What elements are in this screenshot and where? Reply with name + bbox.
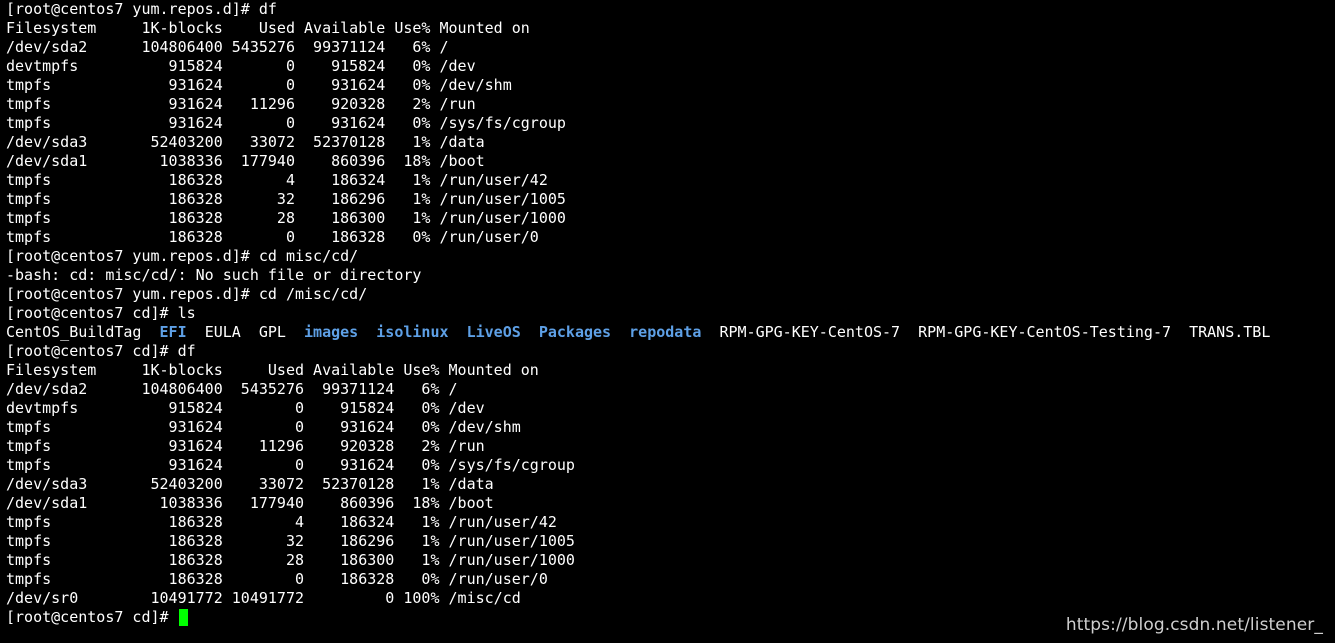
terminal-line: [root@centos7 yum.repos.d]# df <box>6 0 277 18</box>
ls-separator <box>241 323 259 341</box>
terminal-line: [root@centos7 yum.repos.d]# cd /misc/cd/ <box>6 285 368 303</box>
terminal-lines-after-ls: [root@centos7 cd]# df Filesystem 1K-block… <box>6 342 1335 608</box>
ls-separator <box>358 323 376 341</box>
terminal-output[interactable]: [root@centos7 yum.repos.d]# df Filesystem… <box>6 0 1335 643</box>
ls-output-line: CentOS_BuildTag EFI EULA GPL images isol… <box>6 323 1335 342</box>
ls-entry-file: EULA <box>204 323 241 341</box>
ls-entry-file: CentOS_BuildTag <box>6 323 142 341</box>
terminal-line: devtmpfs 915824 0 915824 0% /dev <box>6 57 476 75</box>
terminal-line: tmpfs 186328 28 186300 1% /run/user/1000 <box>6 551 575 569</box>
terminal-line: tmpfs 186328 4 186324 1% /run/user/42 <box>6 513 557 531</box>
ls-separator <box>900 323 918 341</box>
terminal-line: tmpfs 931624 11296 920328 2% /run <box>6 95 476 113</box>
terminal-line: tmpfs 186328 28 186300 1% /run/user/1000 <box>6 209 566 227</box>
watermark-url: https://blog.csdn.net/listener_ <box>1065 615 1323 635</box>
terminal-line: /dev/sda1 1038336 177940 860396 18% /boo… <box>6 494 494 512</box>
ls-separator <box>286 323 304 341</box>
ls-entry-file: RPM-GPG-KEY-CentOS-Testing-7 <box>918 323 1172 341</box>
terminal-line: tmpfs 186328 0 186328 0% /run/user/0 <box>6 570 548 588</box>
terminal-line: /dev/sr0 10491772 10491772 0 100% /misc/… <box>6 589 521 607</box>
terminal-line: /dev/sda1 1038336 177940 860396 18% /boo… <box>6 152 485 170</box>
ls-entry-directory: Packages <box>538 323 612 341</box>
terminal-line: tmpfs 186328 0 186328 0% /run/user/0 <box>6 228 539 246</box>
ls-entry-directory: isolinux <box>376 323 449 341</box>
terminal-line: tmpfs 186328 32 186296 1% /run/user/1005 <box>6 532 575 550</box>
ls-entry-directory: EFI <box>159 323 187 341</box>
terminal-line: Filesystem 1K-blocks Used Available Use%… <box>6 361 539 379</box>
terminal-line: [root@centos7 yum.repos.d]# cd misc/cd/ <box>6 247 359 265</box>
terminal-line: tmpfs 186328 32 186296 1% /run/user/1005 <box>6 190 566 208</box>
terminal-line: tmpfs 931624 11296 920328 2% /run <box>6 437 485 455</box>
ls-separator <box>141 323 159 341</box>
ls-entry-directory: images <box>304 323 359 341</box>
ls-entry-directory: LiveOS <box>466 323 521 341</box>
ls-entry-file: RPM-GPG-KEY-CentOS-7 <box>719 323 901 341</box>
terminal-line: /dev/sda3 52403200 33072 52370128 1% /da… <box>6 475 494 493</box>
terminal-line: /dev/sda2 104806400 5435276 99371124 6% … <box>6 38 449 56</box>
ls-separator <box>1171 323 1189 341</box>
ls-entry-directory: repodata <box>629 323 702 341</box>
terminal-cursor <box>178 609 188 626</box>
shell-prompt: [root@centos7 cd]# <box>6 608 178 626</box>
ls-separator <box>701 323 719 341</box>
terminal-line: tmpfs 931624 0 931624 0% /sys/fs/cgroup <box>6 456 575 474</box>
ls-entry-file: TRANS.TBL <box>1189 323 1271 341</box>
terminal-line: tmpfs 931624 0 931624 0% /dev/shm <box>6 76 512 94</box>
terminal-line: devtmpfs 915824 0 915824 0% /dev <box>6 399 485 417</box>
terminal-line: tmpfs 931624 0 931624 0% /sys/fs/cgroup <box>6 114 566 132</box>
terminal-line: tmpfs 931624 0 931624 0% /dev/shm <box>6 418 521 436</box>
terminal-line: Filesystem 1K-blocks Used Available Use%… <box>6 19 530 37</box>
ls-entry-file: GPL <box>258 323 286 341</box>
terminal-lines-before-ls: [root@centos7 yum.repos.d]# df Filesystem… <box>6 0 1335 323</box>
ls-separator <box>521 323 539 341</box>
ls-separator <box>611 323 629 341</box>
terminal-line: -bash: cd: misc/cd/: No such file or dir… <box>6 266 422 284</box>
ls-separator <box>187 323 205 341</box>
terminal-line: [root@centos7 cd]# ls <box>6 304 196 322</box>
terminal-line: tmpfs 186328 4 186324 1% /run/user/42 <box>6 171 548 189</box>
ls-separator <box>449 323 467 341</box>
terminal-line: /dev/sda2 104806400 5435276 99371124 6% … <box>6 380 458 398</box>
terminal-line: /dev/sda3 52403200 33072 52370128 1% /da… <box>6 133 485 151</box>
terminal-line: [root@centos7 cd]# df <box>6 342 196 360</box>
